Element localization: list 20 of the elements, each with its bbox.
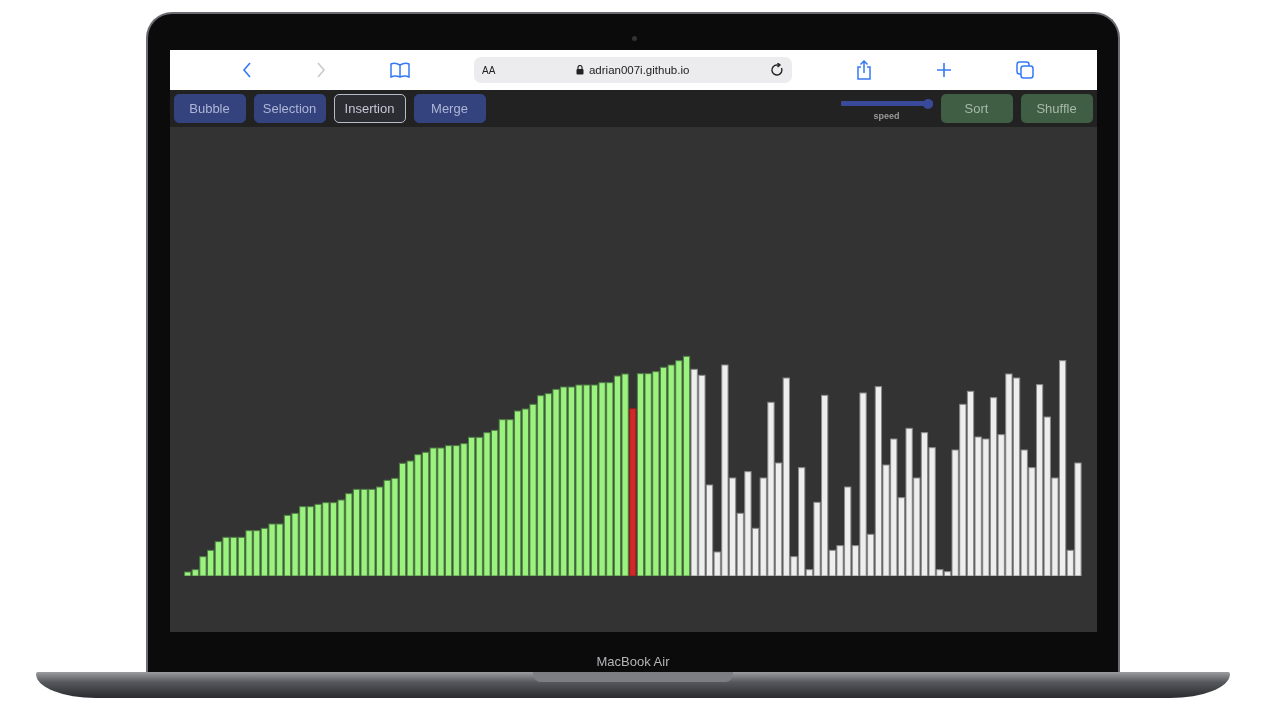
text-size-button[interactable]: AA [482, 64, 496, 76]
back-icon[interactable] [241, 62, 252, 78]
shuffle-button[interactable]: Shuffle [1020, 94, 1093, 123]
speed-slider[interactable] [840, 98, 933, 109]
lock-icon [575, 65, 584, 75]
speed-label: speed [873, 110, 900, 121]
address-bar[interactable]: AA adrian007i.github.io [474, 57, 792, 83]
device-label: MacBook Air [596, 654, 670, 669]
algorithm-button[interactable]: Bubble [173, 94, 246, 123]
algorithm-button[interactable]: Insertion [333, 94, 406, 123]
algorithm-button[interactable]: Merge [413, 94, 486, 123]
book-icon[interactable] [389, 62, 410, 78]
reload-icon[interactable] [769, 63, 784, 77]
url-text: adrian007i.github.io [588, 64, 690, 76]
camera-dot [632, 36, 637, 41]
share-icon[interactable] [856, 60, 873, 80]
tabs-icon[interactable] [1016, 61, 1035, 79]
sort-button[interactable]: Sort [940, 94, 1013, 123]
plus-icon[interactable] [936, 62, 953, 78]
algorithm-button[interactable]: Selection [253, 94, 326, 123]
